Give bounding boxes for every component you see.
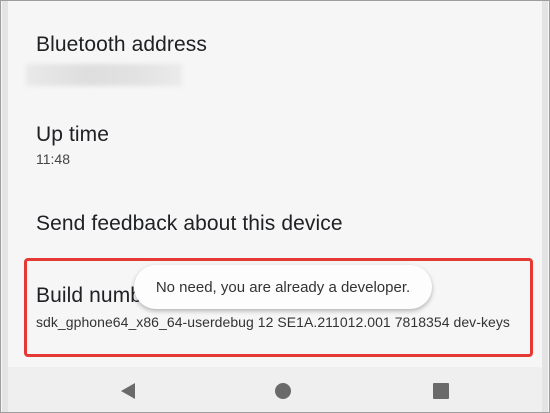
- bluetooth-address-redacted-value: [26, 64, 182, 86]
- send-feedback-item[interactable]: Send feedback about this device: [36, 211, 535, 237]
- send-feedback-title: Send feedback about this device: [36, 212, 343, 235]
- recents-square-icon: [433, 383, 449, 399]
- left-edge: [2, 1, 8, 412]
- recents-button[interactable]: [429, 379, 453, 403]
- uptime-item[interactable]: Up time 11:48: [36, 122, 535, 169]
- home-button[interactable]: [271, 379, 295, 403]
- bluetooth-address-item[interactable]: Bluetooth address: [26, 32, 535, 86]
- right-edge: [542, 1, 548, 412]
- uptime-title: Up time: [36, 123, 110, 146]
- back-triangle-icon: [121, 383, 135, 399]
- uptime-value: 11:48: [36, 151, 70, 167]
- navigation-bar: [8, 367, 542, 412]
- toast-message: No need, you are already a developer.: [134, 265, 432, 309]
- back-button[interactable]: [116, 379, 140, 403]
- bluetooth-address-title: Bluetooth address: [36, 33, 207, 56]
- home-circle-icon: [275, 383, 291, 399]
- device-screen: Bluetooth address Up time 11:48 Send fee…: [0, 0, 550, 413]
